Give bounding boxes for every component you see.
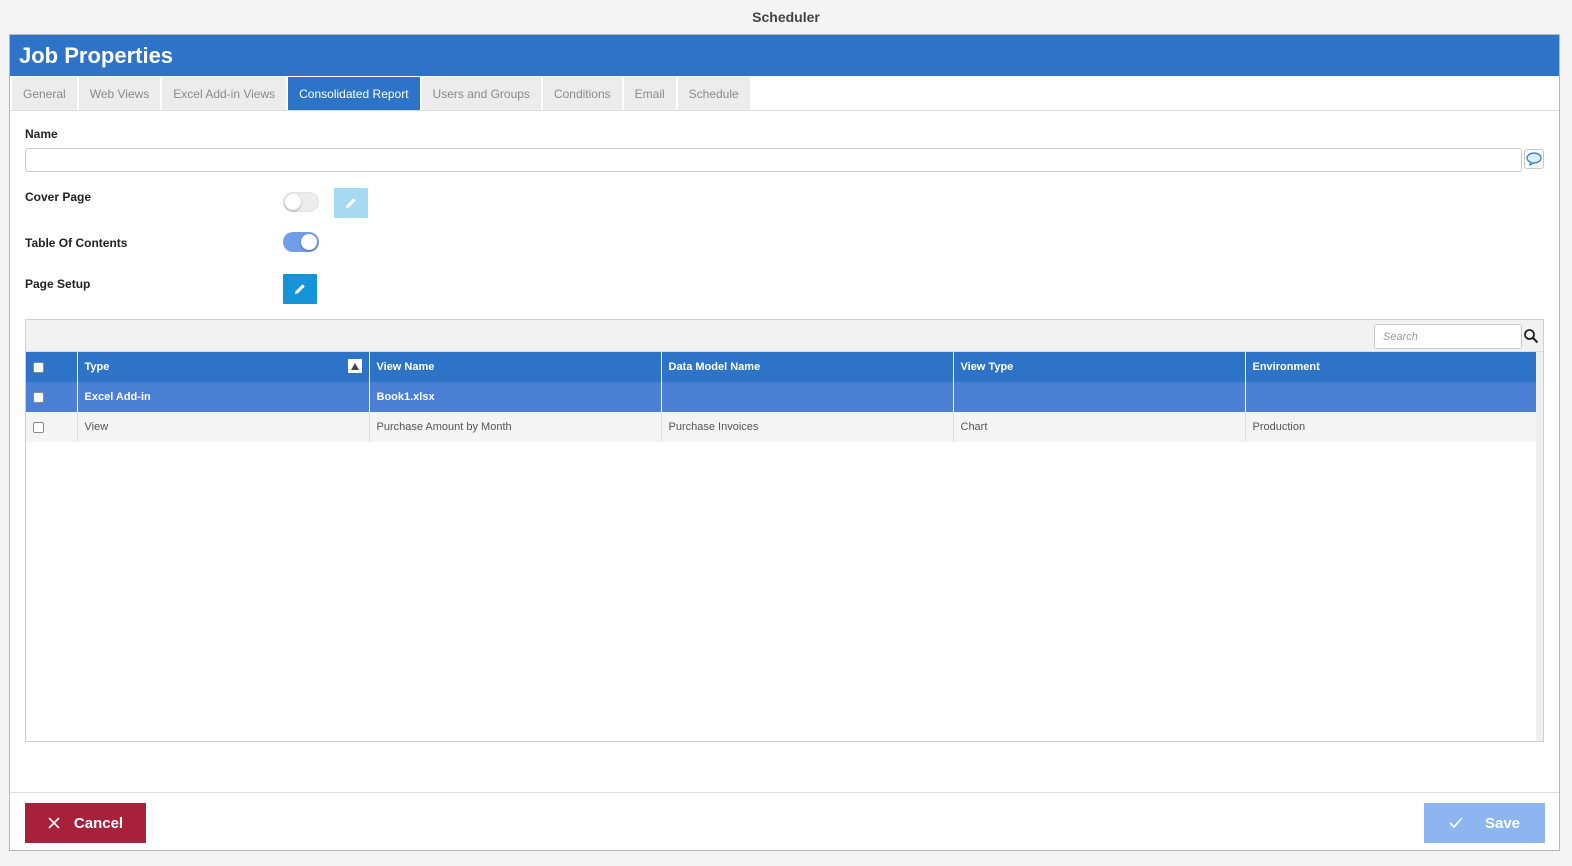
- page-setup-label: Page Setup: [25, 277, 91, 291]
- cell-data-model: [661, 382, 954, 412]
- check-icon: [1449, 817, 1463, 829]
- grid-scrollbar[interactable]: [1536, 352, 1543, 741]
- tab-general[interactable]: General: [12, 77, 77, 110]
- pencil-icon: [295, 284, 305, 294]
- save-button[interactable]: Save: [1424, 803, 1545, 843]
- row-select-cell: [26, 412, 78, 442]
- tab-schedule[interactable]: Schedule: [677, 77, 750, 110]
- cell-type: Excel Add-in: [77, 382, 370, 412]
- close-icon: [48, 817, 60, 829]
- tab-email[interactable]: Email: [623, 77, 676, 110]
- column-header-data-model-name[interactable]: Data Model Name: [661, 352, 954, 382]
- cell-data-model: Purchase Invoices: [661, 412, 954, 442]
- column-header-environment[interactable]: Environment: [1245, 352, 1538, 382]
- dialog-footer: Cancel Save: [10, 792, 1559, 850]
- views-table: Type View Name Data Model Name View Type…: [26, 352, 1538, 442]
- tab-web-views[interactable]: Web Views: [78, 77, 161, 110]
- cover-page-edit-button[interactable]: [334, 188, 368, 218]
- cell-environment: Production: [1245, 412, 1538, 442]
- cancel-label: Cancel: [73, 814, 124, 832]
- job-properties-dialog: Job Properties General Web Views Excel A…: [9, 34, 1560, 851]
- cover-page-toggle[interactable]: [283, 192, 319, 212]
- table-row[interactable]: View Purchase Amount by Month Purchase I…: [26, 412, 1538, 442]
- cell-view-type: [953, 382, 1246, 412]
- search-input[interactable]: [1374, 324, 1522, 349]
- cell-view-name: Purchase Amount by Month: [369, 412, 662, 442]
- row-checkbox[interactable]: [33, 391, 44, 403]
- select-all-checkbox[interactable]: [33, 361, 44, 373]
- toc-label: Table Of Contents: [25, 236, 128, 250]
- search-icon[interactable]: [1523, 328, 1539, 344]
- cell-view-name: Book1.xlsx: [369, 382, 662, 412]
- comment-icon[interactable]: [1524, 149, 1544, 169]
- column-header-view-name[interactable]: View Name: [369, 352, 662, 382]
- tab-consolidated-report[interactable]: Consolidated Report: [288, 77, 420, 110]
- grid-toolbar: [26, 320, 1543, 352]
- toc-toggle[interactable]: [283, 232, 319, 252]
- app-title: Scheduler: [752, 8, 820, 25]
- column-header-view-type[interactable]: View Type: [953, 352, 1246, 382]
- sort-asc-icon[interactable]: [347, 359, 362, 373]
- dialog-title: Job Properties: [10, 35, 1559, 76]
- views-grid: Type View Name Data Model Name View Type…: [25, 319, 1544, 742]
- table-row[interactable]: Excel Add-in Book1.xlsx: [26, 382, 1538, 412]
- toggle-knob: [285, 194, 301, 210]
- toggle-knob: [301, 234, 317, 250]
- name-input[interactable]: [25, 148, 1522, 172]
- table-header-row: Type View Name Data Model Name View Type…: [26, 352, 1538, 382]
- row-checkbox[interactable]: [33, 421, 44, 433]
- name-label: Name: [25, 127, 58, 141]
- column-header-type[interactable]: Type: [77, 352, 370, 382]
- cancel-button[interactable]: Cancel: [25, 803, 146, 843]
- select-all-header: [26, 352, 78, 382]
- tab-conditions[interactable]: Conditions: [542, 77, 622, 110]
- save-label: Save: [1484, 814, 1521, 832]
- cell-environment: [1245, 382, 1538, 412]
- cell-view-type: Chart: [953, 412, 1246, 442]
- tab-bar: General Web Views Excel Add-in Views Con…: [10, 76, 1559, 111]
- tab-excel-add-in-views[interactable]: Excel Add-in Views: [162, 77, 287, 110]
- tab-users-and-groups[interactable]: Users and Groups: [421, 77, 541, 110]
- page-setup-edit-button[interactable]: [283, 274, 317, 304]
- cover-page-label: Cover Page: [25, 190, 92, 204]
- pencil-icon: [346, 198, 356, 208]
- row-select-cell: [26, 382, 78, 412]
- cell-type: View: [77, 412, 370, 442]
